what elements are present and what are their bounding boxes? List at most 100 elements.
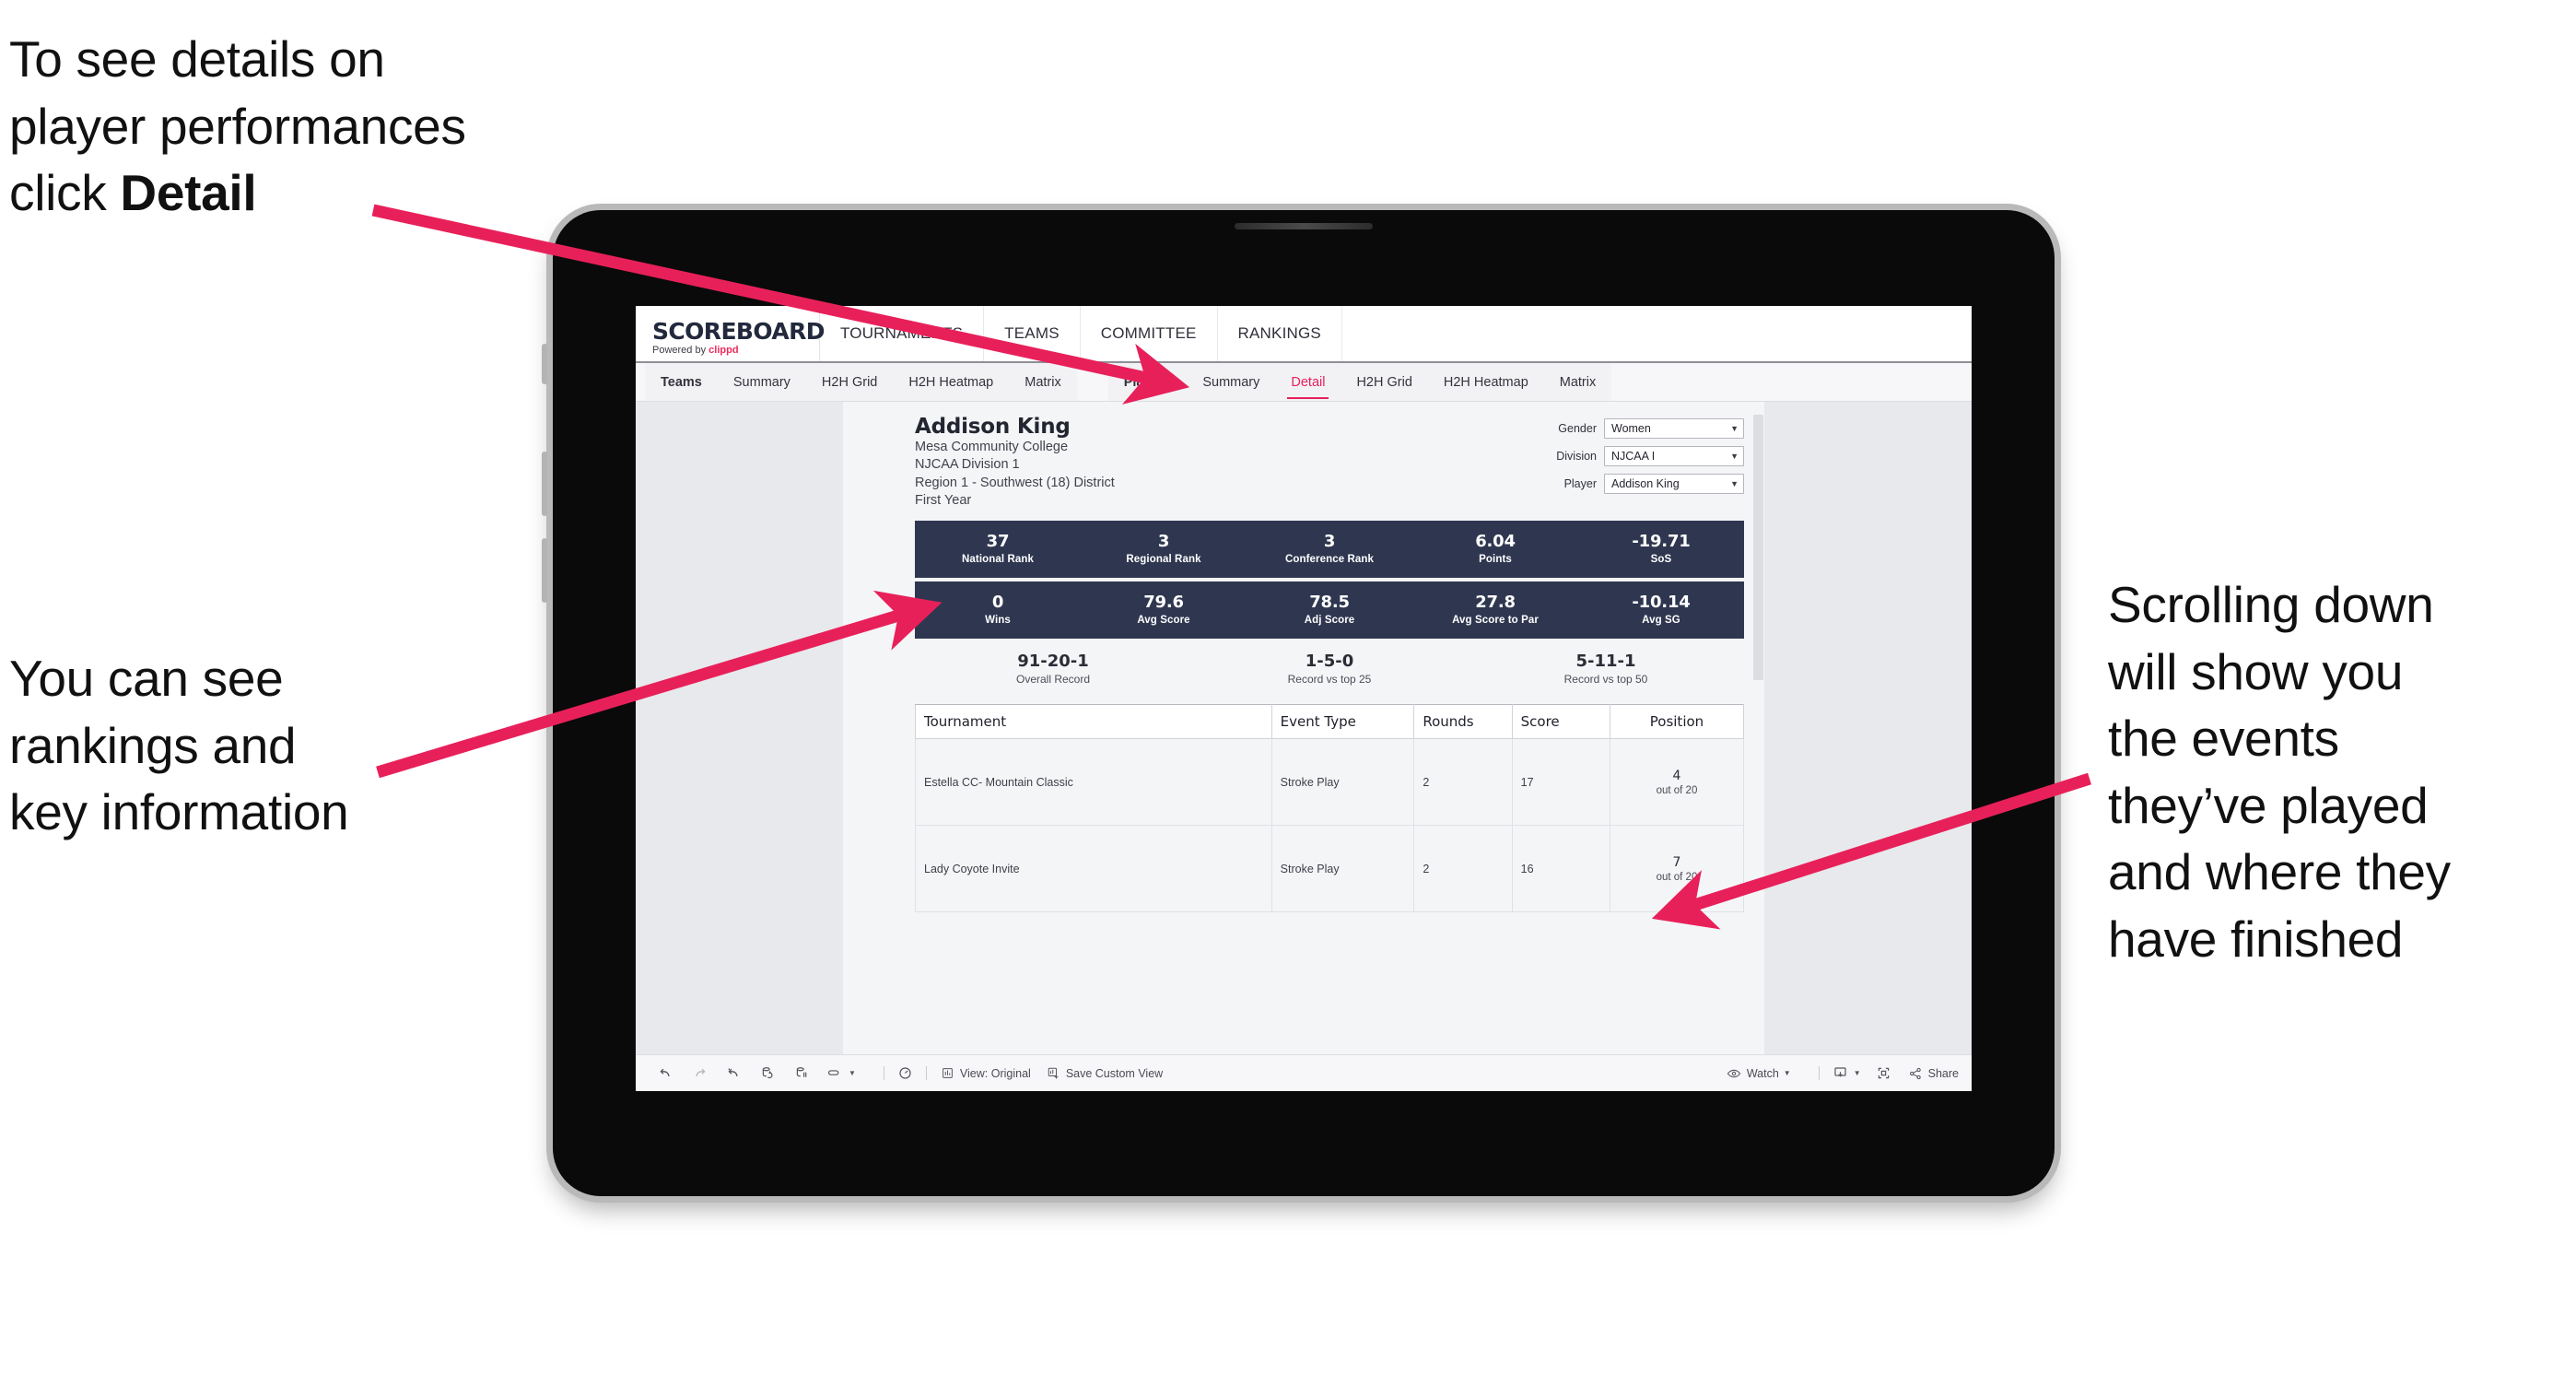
redo-icon[interactable] xyxy=(692,1065,708,1081)
stat-adj-score: 78.5 Adj Score xyxy=(1247,593,1412,626)
header-spacer xyxy=(1341,306,1972,361)
save-custom-view-label: Save Custom View xyxy=(1065,1066,1164,1080)
cell-rounds: 2 xyxy=(1413,738,1513,827)
stat-avg-score-label: Avg Score xyxy=(1137,615,1190,627)
events-table: Tournament Event Type Rounds Score Posit… xyxy=(915,704,1745,913)
filter-gender: Gender Women ▼ xyxy=(1536,418,1744,439)
tab-teams[interactable]: Teams xyxy=(645,363,718,401)
stat-avg-score: 79.6 Avg Score xyxy=(1081,593,1247,626)
filter-division-select[interactable]: NJCAA I ▼ xyxy=(1604,446,1744,466)
save-custom-view-button[interactable]: Save Custom View xyxy=(1046,1065,1163,1081)
filter-player-value: Addison King xyxy=(1611,477,1680,490)
stat-national-rank: 37 National Rank xyxy=(915,533,1081,565)
stat-conference-rank-label: Conference Rank xyxy=(1284,554,1375,566)
player-header-section: Addison King Mesa Community College NJCA… xyxy=(843,402,1764,511)
tab-players-h2h-grid[interactable]: H2H Grid xyxy=(1341,363,1427,401)
nav-item-tournaments[interactable]: TOURNAMENTS xyxy=(820,306,985,361)
tab-players-summary[interactable]: Summary xyxy=(1187,363,1275,401)
stat-adj-score-value: 78.5 xyxy=(1309,593,1350,613)
cell-tournament: Lady Coyote Invite xyxy=(915,825,1272,913)
chevron-down-icon[interactable]: ▼ xyxy=(849,1069,856,1077)
watch-button[interactable]: Watch ▼ xyxy=(1727,1065,1791,1081)
tab-teams-h2h-heatmap[interactable]: H2H Heatmap xyxy=(893,363,1009,401)
dashboard-scrollbar-thumb[interactable] xyxy=(1753,415,1763,680)
logo-tagline-prefix: Powered by xyxy=(652,345,709,356)
stat-wins: 0 Wins xyxy=(915,593,1081,626)
cell-position: 7 out of 20 xyxy=(1609,825,1745,913)
stat-wins-value: 0 xyxy=(991,593,1004,613)
stat-avg-score-to-par-value: 27.8 xyxy=(1475,593,1516,613)
annotation-detail-line3-bold: Detail xyxy=(120,164,257,222)
annotation-rankings-line1: You can see xyxy=(9,650,284,707)
record-top25: 1-5-0 Record vs top 25 xyxy=(1191,652,1468,687)
annotation-scrolling-line4: they’ve played xyxy=(2108,776,2429,834)
dashboard-scrollbar-track[interactable] xyxy=(1752,402,1764,1091)
tab-teams-summary[interactable]: Summary xyxy=(718,363,806,401)
column-header-rounds[interactable]: Rounds xyxy=(1413,704,1513,740)
refresh-data-icon[interactable] xyxy=(760,1065,776,1081)
logo-tagline: Powered by clippd xyxy=(652,346,819,356)
filter-gender-value: Women xyxy=(1611,422,1651,435)
record-overall-value: 91-20-1 xyxy=(1017,651,1089,671)
record-top50: 5-11-1 Record vs top 50 xyxy=(1468,652,1744,687)
nav-item-rankings[interactable]: RANKINGS xyxy=(1217,306,1342,361)
tablet-camera-speaker xyxy=(1235,223,1373,229)
player-school: Mesa Community College xyxy=(915,440,1069,454)
annotation-scrolling-line3: the events xyxy=(2108,710,2339,768)
performance-stats-band: 0 Wins 79.6 Avg Score 78.5 Adj Score 27.… xyxy=(915,581,1744,639)
annotation-detail-line3-pre: click xyxy=(9,164,121,222)
fullscreen-icon[interactable] xyxy=(1876,1065,1891,1081)
record-top25-value: 1-5-0 xyxy=(1305,651,1354,671)
revert-icon[interactable] xyxy=(726,1065,742,1081)
nav-item-teams[interactable]: TEAMS xyxy=(984,306,1081,361)
tablet-power-button xyxy=(542,344,547,384)
player-division: NJCAA Division 1 xyxy=(915,457,1020,473)
filter-gender-select[interactable]: Women ▼ xyxy=(1604,418,1744,439)
stat-avg-sg: -10.14 Avg SG xyxy=(1578,593,1744,626)
chevron-down-icon[interactable]: ▼ xyxy=(1854,1069,1861,1077)
site-logo[interactable]: SCOREBOARD Powered by clippd xyxy=(636,306,825,361)
column-header-event-type[interactable]: Event Type xyxy=(1270,704,1415,740)
filter-player-select[interactable]: Addison King ▼ xyxy=(1604,474,1744,494)
view-original-button[interactable]: View: Original xyxy=(940,1065,1031,1081)
cell-event-type: Stroke Play xyxy=(1270,825,1415,913)
events-table-wrapper: Tournament Event Type Rounds Score Posit… xyxy=(915,704,1745,913)
highlight-icon[interactable] xyxy=(826,1065,842,1081)
table-row[interactable]: Lady Coyote Invite Stroke Play 2 16 7 ou… xyxy=(915,825,1745,913)
stat-points-value: 6.04 xyxy=(1475,532,1516,552)
tab-players-detail[interactable]: Detail xyxy=(1275,363,1341,401)
logo-tagline-brand: clippd xyxy=(708,345,739,356)
performance-icon[interactable] xyxy=(897,1065,913,1081)
toolbar-right-group: Watch ▼ ▼ Share xyxy=(1727,1065,1959,1081)
chevron-down-icon: ▼ xyxy=(1783,1069,1791,1077)
record-overall-label: Overall Record xyxy=(1015,673,1091,687)
annotation-rankings: You can see rankings and key information xyxy=(9,645,525,846)
stat-conference-rank-value: 3 xyxy=(1323,532,1336,552)
nav-item-committee[interactable]: COMMITTEE xyxy=(1080,306,1218,361)
stat-national-rank-value: 37 xyxy=(986,532,1010,552)
toolbar-view-group: View: Original Save Custom View xyxy=(940,1065,1177,1081)
filter-division-value: NJCAA I xyxy=(1611,450,1656,463)
cell-rounds: 2 xyxy=(1413,825,1513,913)
tab-teams-h2h-grid[interactable]: H2H Grid xyxy=(806,363,893,401)
player-identity: Addison King Mesa Community College NJCA… xyxy=(915,415,1115,511)
column-header-tournament[interactable]: Tournament xyxy=(915,704,1272,740)
annotation-detail-line2: player performances xyxy=(9,97,466,155)
share-button[interactable]: Share xyxy=(1908,1065,1959,1081)
tab-players-matrix[interactable]: Matrix xyxy=(1544,363,1611,401)
download-icon[interactable] xyxy=(1832,1065,1848,1081)
stat-adj-score-label: Adj Score xyxy=(1304,615,1355,627)
column-header-position[interactable]: Position xyxy=(1609,704,1745,740)
watch-label: Watch xyxy=(1746,1066,1779,1080)
pause-data-icon[interactable] xyxy=(794,1065,810,1081)
stat-national-rank-label: National Rank xyxy=(962,554,1034,566)
tab-players-h2h-heatmap[interactable]: H2H Heatmap xyxy=(1428,363,1544,401)
table-row[interactable]: Estella CC- Mountain Classic Stroke Play… xyxy=(915,738,1745,827)
tab-players[interactable]: Players xyxy=(1108,363,1188,401)
tablet-volume-up-button xyxy=(542,452,547,516)
tab-teams-matrix[interactable]: Matrix xyxy=(1009,363,1076,401)
cell-position-field: out of 20 xyxy=(1656,784,1698,796)
undo-icon[interactable] xyxy=(658,1065,673,1081)
annotation-detail: To see details on player performances cl… xyxy=(9,26,654,227)
column-header-score[interactable]: Score xyxy=(1511,704,1610,740)
